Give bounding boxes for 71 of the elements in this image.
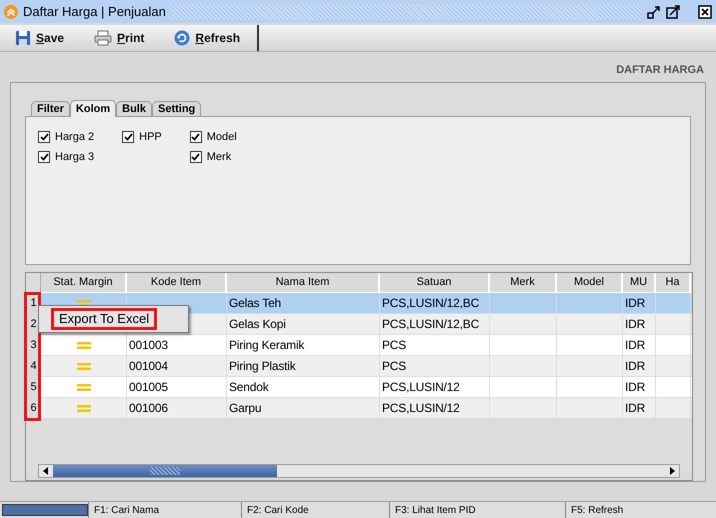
tab[interactable]: Bulk bbox=[116, 100, 152, 116]
column-header[interactable]: Merk bbox=[490, 273, 557, 294]
status-text: F2: Cari Kode bbox=[247, 504, 309, 518]
toolbar-button[interactable]: Refresh bbox=[159, 25, 256, 51]
table-cell-text: Sendok bbox=[229, 379, 268, 396]
table-cell-text: 001003 bbox=[129, 337, 168, 354]
menu-item[interactable]: Export To Excel bbox=[51, 308, 158, 330]
table-cell-text: IDR bbox=[625, 400, 646, 418]
table-row[interactable]: 6 001006 Garpu PCS,LUSIN/12 IDR bbox=[26, 398, 692, 420]
table-cell-text: PCS,LUSIN/12,BC bbox=[382, 295, 480, 312]
status-text: F5: Refresh bbox=[571, 504, 624, 518]
table-cell-text: IDR bbox=[625, 379, 646, 396]
toolbar-button[interactable]: Print bbox=[79, 25, 160, 51]
table-cell-text: PCS,LUSIN/12 bbox=[382, 379, 460, 396]
table-cell-text: IDR bbox=[625, 337, 646, 354]
checkbox[interactable] bbox=[190, 150, 202, 163]
refresh-icon bbox=[174, 30, 190, 46]
table-cell-text: PCS bbox=[382, 358, 406, 376]
checkbox-label: Model bbox=[206, 130, 237, 145]
scrollbar-thumb[interactable] bbox=[53, 465, 277, 477]
column-header[interactable]: Ha bbox=[656, 273, 691, 294]
table-cell-text: Garpu bbox=[229, 400, 262, 418]
checkbox[interactable] bbox=[122, 130, 134, 143]
checkbox[interactable] bbox=[190, 130, 202, 143]
table-cell-text: IDR bbox=[625, 358, 646, 376]
maximize-icon[interactable] bbox=[666, 4, 680, 18]
checkbox[interactable] bbox=[38, 130, 50, 143]
window-title: Daftar Harga | Penjualan bbox=[23, 2, 166, 21]
restore-icon[interactable] bbox=[647, 4, 661, 18]
checkbox-label: HPP bbox=[139, 130, 162, 145]
table-cell-text: Piring Keramik bbox=[229, 337, 304, 354]
toolbar-button[interactable]: Save bbox=[0, 25, 80, 51]
status-text: F1: Cari Nama bbox=[94, 504, 160, 518]
table-cell-text: PCS bbox=[382, 337, 406, 354]
status-text: F3: Lihat Item PID bbox=[395, 504, 476, 518]
table-cell-text: IDR bbox=[625, 316, 646, 334]
column-header[interactable]: Kode Item bbox=[127, 273, 227, 294]
table-cell-text: PCS,LUSIN/12 bbox=[382, 400, 460, 418]
table-cell-text: 001005 bbox=[129, 379, 168, 396]
column-header[interactable]: Nama Item bbox=[227, 273, 380, 294]
table-cell-text: 001004 bbox=[129, 358, 168, 376]
table-cell-text: IDR bbox=[625, 295, 646, 312]
checkbox-label: Harga 3 bbox=[55, 150, 94, 165]
table-cell-text: 001006 bbox=[129, 400, 168, 418]
tab[interactable]: Setting bbox=[152, 100, 202, 116]
table-cell-text: Gelas Teh bbox=[229, 295, 282, 312]
column-header[interactable]: Stat. Margin bbox=[41, 273, 127, 294]
close-icon[interactable] bbox=[698, 4, 712, 18]
table-cell-text: Piring Plastik bbox=[229, 358, 296, 376]
equals-icon bbox=[76, 384, 90, 391]
printer-icon bbox=[94, 30, 112, 46]
horizontal-scrollbar[interactable] bbox=[38, 464, 680, 478]
column-header[interactable]: MU bbox=[623, 273, 656, 294]
table-row[interactable]: 5 001005 Sendok PCS,LUSIN/12 IDR bbox=[26, 377, 692, 398]
table-cell-text: Gelas Kopi bbox=[229, 316, 286, 334]
table-row[interactable]: 4 001004 Piring Plastik PCS IDR bbox=[26, 356, 692, 378]
app-logo-icon bbox=[4, 4, 18, 18]
page-title: DAFTAR HARGA bbox=[616, 63, 704, 78]
checkbox-label: Merk bbox=[206, 150, 232, 165]
table-row[interactable]: 1 Gelas Teh PCS,LUSIN/12,BC IDR bbox=[26, 293, 692, 314]
table-row[interactable]: 3 001003 Piring Keramik PCS IDR bbox=[26, 335, 692, 356]
column-header[interactable]: Satuan bbox=[380, 273, 490, 294]
tab[interactable]: Kolom bbox=[70, 100, 116, 117]
checkbox-label: Harga 2 bbox=[55, 130, 94, 145]
tab[interactable]: Filter bbox=[31, 100, 70, 116]
column-header[interactable]: Model bbox=[557, 273, 623, 294]
table-cell-text: PCS,LUSIN/12,BC bbox=[382, 316, 480, 334]
equals-icon bbox=[76, 342, 90, 349]
equals-icon bbox=[76, 404, 90, 412]
equals-icon bbox=[76, 362, 90, 370]
checkbox[interactable] bbox=[38, 150, 50, 163]
